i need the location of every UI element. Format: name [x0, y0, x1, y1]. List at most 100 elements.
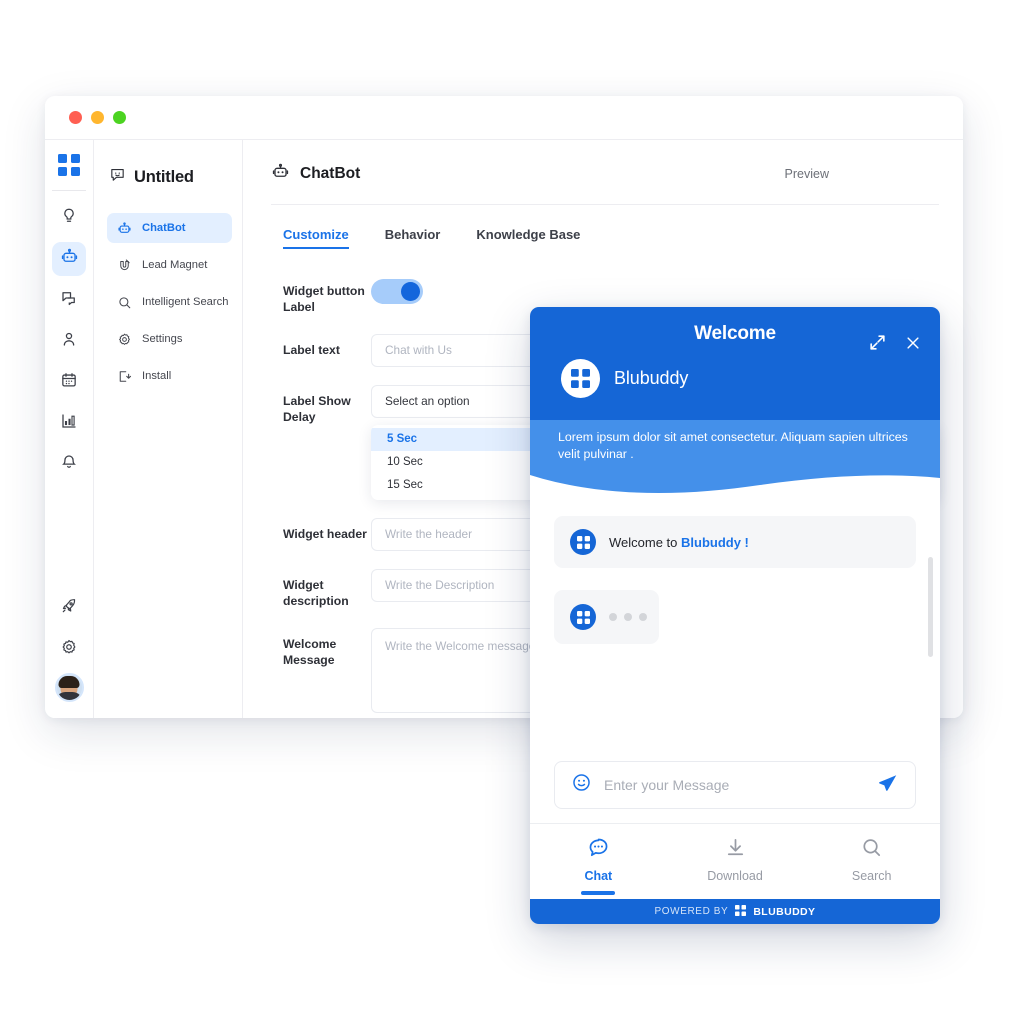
field-label: Widget header [283, 526, 367, 541]
inactive-tab-underline [718, 891, 752, 895]
field-label: Label text [283, 342, 340, 357]
window-titlebar [45, 96, 963, 140]
nav-item-lead-magnet[interactable]: Lead Magnet [107, 250, 232, 280]
maximize-window-button[interactable] [113, 111, 126, 124]
message-input-placeholder: Enter your Message [604, 777, 730, 793]
tab-behavior[interactable]: Behavior [385, 227, 441, 249]
rail-divider [52, 190, 86, 191]
bot-message-bubble: Welcome to Blubuddy ! [554, 516, 916, 569]
widget-nav-label: Search [851, 869, 892, 883]
rail-item-analytics[interactable] [52, 406, 86, 440]
nav-item-label: Settings [142, 333, 183, 345]
widget-subtitle-band: Lorem ipsum dolor sit amet consectetur. … [530, 420, 940, 496]
rail-item-calendar[interactable] [52, 365, 86, 399]
close-window-button[interactable] [69, 111, 82, 124]
toggle-knob [401, 282, 420, 301]
powered-by-text: POWERED BY [654, 906, 729, 917]
widget-footer: POWERED BY BLUBUDDY [530, 899, 940, 924]
wave-divider [530, 475, 940, 496]
grid-logo-icon[interactable] [58, 154, 80, 176]
widget-subtitle: Lorem ipsum dolor sit amet consectetur. … [558, 430, 908, 461]
search-icon [860, 836, 883, 864]
tab-knowledge-base[interactable]: Knowledge Base [476, 227, 580, 249]
content-tabs: Customize Behavior Knowledge Base [271, 205, 939, 249]
gear-icon [116, 331, 132, 347]
rocket-icon [60, 597, 78, 620]
robot-icon [60, 247, 79, 271]
widget-nav-label: Chat [584, 869, 613, 883]
close-icon[interactable] [904, 334, 922, 357]
field-control [371, 275, 939, 304]
download-icon [724, 836, 747, 864]
message-scrollbar[interactable] [928, 557, 933, 658]
user-avatar[interactable] [54, 673, 84, 702]
search-icon [116, 294, 132, 310]
widget-header: Welcome Blubuddy [530, 307, 940, 420]
project-title-text: Untitled [134, 167, 194, 186]
avatar-hair [58, 675, 80, 688]
widget-message-area: Welcome to Blubuddy ! [530, 495, 940, 761]
lightbulb-icon [60, 207, 78, 230]
rail-item-notifications[interactable] [52, 447, 86, 481]
field-label: Welcome Message [283, 636, 337, 668]
rail-item-chatbot[interactable] [52, 242, 86, 276]
robot-icon [116, 220, 132, 236]
nav-item-label: Intelligent Search [142, 296, 229, 308]
smiley-icon[interactable] [571, 772, 592, 798]
smiley-chat-icon [109, 166, 126, 188]
widget-nav-chat[interactable]: Chat [530, 836, 667, 895]
nav-item-install[interactable]: Install [107, 361, 232, 391]
widget-title: Welcome [694, 323, 776, 344]
chat-bubbles-icon [60, 289, 78, 312]
widget-nav-download[interactable]: Download [667, 836, 804, 895]
chat-icon [587, 836, 610, 864]
field-label: Widget description [283, 577, 349, 609]
message-input-bar[interactable]: Enter your Message [554, 761, 916, 809]
nav-item-settings[interactable]: Settings [107, 324, 232, 354]
widget-input-area: Enter your Message [530, 761, 940, 823]
project-title: Untitled [107, 166, 232, 188]
bot-avatar-icon [570, 529, 596, 556]
powered-by-brand: BLUBUDDY [753, 905, 816, 918]
grid-logo-icon [735, 903, 747, 921]
rail-item-settings[interactable] [52, 632, 86, 666]
nav-item-intelligent-search[interactable]: Intelligent Search [107, 287, 232, 317]
bell-icon [60, 453, 78, 476]
inactive-tab-underline [855, 891, 889, 895]
page-title: ChatBot [300, 165, 361, 182]
widget-header-actions [868, 333, 922, 357]
widget-nav-label: Download [707, 869, 763, 883]
nav-item-label: ChatBot [142, 222, 186, 234]
minimize-window-button[interactable] [91, 111, 104, 124]
send-icon[interactable] [877, 772, 899, 799]
rail-item-conversations[interactable] [52, 283, 86, 317]
avatar-body [56, 692, 82, 700]
rail-item-launch[interactable] [52, 591, 86, 625]
active-tab-underline [581, 891, 616, 895]
chat-widget-preview: Welcome Blubuddy Lorem ipsum dolor sit a… [530, 307, 940, 924]
rail-item-ideas[interactable] [52, 201, 86, 235]
robot-icon [271, 162, 290, 186]
expand-icon[interactable] [868, 333, 887, 357]
widget-nav-search[interactable]: Search [803, 836, 940, 895]
install-icon [116, 368, 132, 384]
typing-indicator-bubble [554, 590, 659, 645]
widget-button-label-toggle[interactable] [371, 279, 423, 304]
field-label: Widget button Label [283, 284, 365, 315]
rail-item-contacts[interactable] [52, 324, 86, 358]
widget-brand: Blubuddy [550, 345, 920, 420]
bot-message-prefix: Welcome to [609, 534, 682, 550]
widget-bottom-nav: Chat Download Search [530, 823, 940, 899]
magnet-icon [116, 257, 132, 273]
screenshot-stage: Untitled ChatBot Lead Magnet Intelligent… [0, 0, 1010, 1024]
tab-customize[interactable]: Customize [283, 227, 349, 249]
bot-avatar-icon [570, 604, 596, 631]
bar-chart-icon [60, 412, 78, 435]
nav-item-label: Lead Magnet [142, 259, 208, 271]
bot-message-text: Welcome to Blubuddy ! [609, 535, 749, 550]
calendar-icon [60, 371, 78, 394]
grid-logo-icon [561, 359, 600, 398]
preview-label[interactable]: Preview [785, 167, 939, 181]
nav-item-chatbot[interactable]: ChatBot [107, 213, 232, 243]
widget-brand-name: Blubuddy [614, 368, 689, 388]
